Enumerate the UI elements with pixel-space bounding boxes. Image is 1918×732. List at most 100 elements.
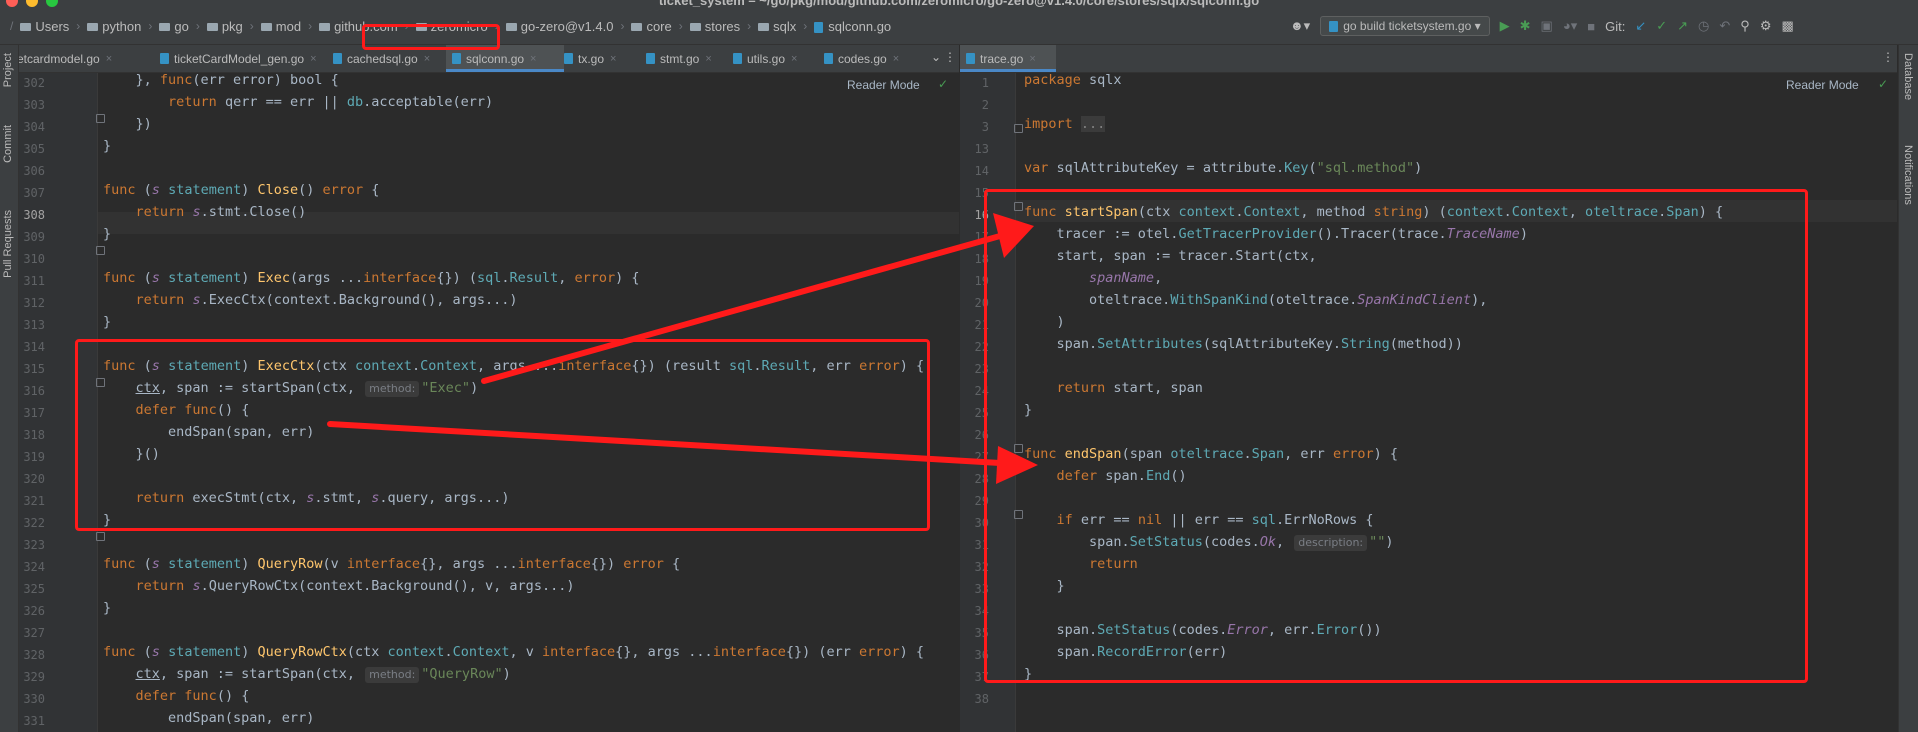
code-line[interactable]: func (s statement) Exec(args ...interfac…: [103, 270, 640, 292]
breadcrumb-item[interactable]: core: [628, 19, 674, 34]
code-line[interactable]: func (s statement) ExecCtx(ctx context.C…: [103, 358, 924, 380]
close-icon[interactable]: ×: [610, 53, 616, 65]
code-line[interactable]: func startSpan(ctx context.Context, meth…: [1024, 204, 1723, 226]
close-icon[interactable]: ×: [1029, 53, 1035, 65]
code-line[interactable]: return execStmt(ctx, s.stmt, s.query, ar…: [103, 490, 510, 512]
user-icon[interactable]: ☻▾: [1290, 18, 1310, 34]
code-line[interactable]: }: [1024, 402, 1032, 424]
close-icon[interactable]: ×: [424, 53, 430, 65]
breadcrumb-item[interactable]: python: [84, 19, 144, 34]
close-icon[interactable]: ×: [530, 53, 536, 65]
editor-tab[interactable]: codes.go ×: [818, 45, 928, 72]
code-line[interactable]: if err == nil || err == sql.ErrNoRows {: [1024, 512, 1374, 534]
close-icon[interactable]: ×: [791, 53, 797, 65]
breadcrumb-item[interactable]: sqlx: [755, 19, 799, 34]
reader-mode-toggle[interactable]: Reader Mode: [1786, 78, 1859, 92]
code-line[interactable]: oteltrace.WithSpanKind(oteltrace.SpanKin…: [1024, 292, 1487, 314]
code-line[interactable]: }, func(err error) bool {: [103, 73, 339, 94]
close-icon[interactable]: ×: [106, 53, 112, 65]
breadcrumb-item[interactable]: Users: [17, 19, 72, 34]
run-configuration-select[interactable]: go build ticketsystem.go ▾: [1320, 16, 1490, 36]
debug-icon[interactable]: ✱: [1520, 18, 1531, 34]
close-icon[interactable]: ×: [705, 53, 711, 65]
editor-tab[interactable]: utils.go ×: [727, 45, 824, 72]
code-line[interactable]: }: [103, 600, 111, 622]
code-line[interactable]: ctx, span := startSpan(ctx, method: "Quer…: [103, 666, 511, 688]
breadcrumb-item[interactable]: sqlconn.go: [811, 19, 894, 34]
fold-icon[interactable]: [96, 532, 105, 541]
fold-icon[interactable]: [1014, 124, 1023, 133]
fold-icon[interactable]: [96, 114, 105, 123]
editor-tab[interactable]: trace.go ×: [960, 45, 1056, 72]
breadcrumb-item[interactable]: zeromicro: [413, 19, 491, 34]
code-line[interactable]: endSpan(span, err): [103, 710, 314, 732]
git-push-icon[interactable]: ↗: [1677, 18, 1688, 34]
code-line[interactable]: }: [1024, 666, 1032, 688]
close-icon[interactable]: ×: [310, 53, 316, 65]
code-line[interactable]: import ...: [1024, 116, 1106, 138]
breadcrumb-item[interactable]: mod: [258, 19, 304, 34]
project-tool-window[interactable]: Project: [2, 53, 14, 87]
code-line[interactable]: ): [1024, 314, 1065, 336]
code-line[interactable]: }(): [103, 446, 160, 468]
profile-icon[interactable]: ◕▾: [1563, 18, 1577, 34]
code-line[interactable]: return s.ExecCtx(context.Background(), a…: [103, 292, 518, 314]
code-line[interactable]: return: [1024, 556, 1138, 578]
code-line[interactable]: tracer := otel.GetTracerProvider().Trace…: [1024, 226, 1528, 248]
tabs-menu-icon[interactable]: ⋮: [1882, 50, 1894, 64]
code-line[interactable]: defer func() {: [103, 688, 250, 710]
code-line[interactable]: package sqlx: [1024, 73, 1122, 94]
code-line[interactable]: spanName,: [1024, 270, 1162, 292]
database-tool-window[interactable]: Database: [1902, 53, 1914, 100]
breadcrumb-item[interactable]: pkg: [204, 19, 246, 34]
code-line[interactable]: ctx, span := startSpan(ctx, method: "Exec…: [103, 380, 478, 402]
code-line[interactable]: func (s statement) QueryRowCtx(ctx conte…: [103, 644, 924, 666]
code-line[interactable]: defer span.End(): [1024, 468, 1187, 490]
git-update-icon[interactable]: ↙: [1635, 18, 1646, 34]
editor-tab[interactable]: sqlconn.go ×: [446, 45, 564, 72]
close-icon[interactable]: ×: [893, 53, 899, 65]
code-line[interactable]: }): [103, 116, 152, 138]
tabs-overflow-icon[interactable]: ⌄: [931, 50, 941, 64]
coverage-icon[interactable]: ▣: [1541, 18, 1553, 34]
code-line[interactable]: return s.stmt.Close(): [103, 204, 307, 226]
fold-icon[interactable]: [96, 378, 105, 387]
notifications-tool-window[interactable]: Notifications: [1902, 145, 1914, 205]
gear-icon[interactable]: ⚙: [1760, 18, 1772, 34]
pull-requests-tool-window[interactable]: Pull Requests: [2, 210, 14, 278]
code-line[interactable]: return start, span: [1024, 380, 1203, 402]
breadcrumb-item[interactable]: github.com: [316, 19, 401, 34]
code-line[interactable]: }: [103, 512, 111, 534]
editor-tab[interactable]: cachedsql.go ×: [327, 45, 452, 72]
commit-tool-window[interactable]: Commit: [2, 125, 14, 163]
ide-logo-icon[interactable]: ▩: [1781, 18, 1793, 34]
code-line[interactable]: span.SetStatus(codes.Error, err.Error()): [1024, 622, 1382, 644]
code-line[interactable]: }: [1024, 578, 1065, 600]
tabs-menu-icon[interactable]: ⋮: [944, 50, 956, 64]
code-line[interactable]: }: [103, 138, 111, 160]
editor-tab[interactable]: stmt.go ×: [640, 45, 733, 72]
code-line[interactable]: span.SetAttributes(sqlAttributeKey.Strin…: [1024, 336, 1463, 358]
editor-tab[interactable]: ticketcardmodel.go ×: [19, 45, 160, 72]
git-commit-icon[interactable]: ✓: [1656, 18, 1667, 34]
code-line[interactable]: var sqlAttributeKey = attribute.Key("sql…: [1024, 160, 1422, 182]
code-line[interactable]: func (s statement) QueryRow(v interface{…: [103, 556, 680, 578]
code-line[interactable]: }: [103, 314, 111, 336]
code-line[interactable]: endSpan(span, err): [103, 424, 314, 446]
editor-tab[interactable]: ticketCardModel_gen.go ×: [154, 45, 333, 72]
breadcrumb-item[interactable]: go-zero@v1.4.0: [503, 19, 617, 34]
code-line[interactable]: span.SetStatus(codes.Ok, description: ""): [1024, 534, 1394, 556]
code-line[interactable]: return qerr == err || db.acceptable(err): [103, 94, 493, 116]
editor-tab[interactable]: tx.go ×: [558, 45, 646, 72]
breadcrumb-item[interactable]: go: [156, 19, 191, 34]
code-line[interactable]: span.RecordError(err): [1024, 644, 1228, 666]
git-rollback-icon[interactable]: ↶: [1719, 18, 1730, 34]
code-line[interactable]: }: [103, 226, 111, 248]
fold-icon[interactable]: [1014, 444, 1023, 453]
git-history-icon[interactable]: ◷: [1698, 18, 1709, 34]
code-line[interactable]: start, span := tracer.Start(ctx,: [1024, 248, 1317, 270]
code-line[interactable]: defer func() {: [103, 402, 250, 424]
fold-icon[interactable]: [1014, 202, 1023, 211]
reader-mode-toggle[interactable]: Reader Mode: [847, 78, 920, 92]
code-line[interactable]: func (s statement) Close() error {: [103, 182, 379, 204]
